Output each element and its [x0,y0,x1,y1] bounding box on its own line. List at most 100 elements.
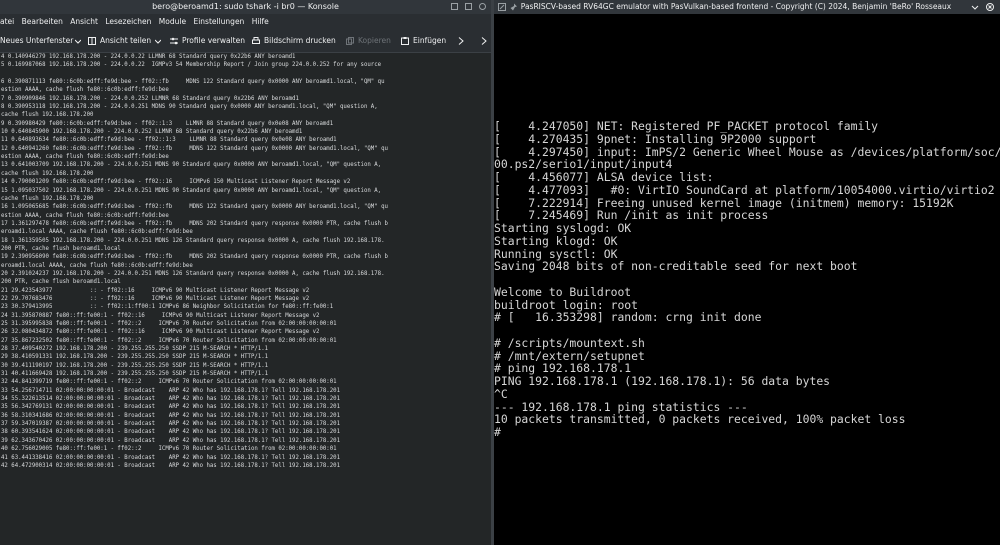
sliders-icon [170,37,178,45]
terminal-line: 10 0.640845900 192.168.178.200 - 224.0.0… [1,129,303,136]
terminal-line: 7 0.390909846 192.168.178.200 - 224.0.0.… [1,95,299,102]
terminal-line: 22 29.707683476 :: - ff02::16 ICMPv6 90 … [1,295,310,302]
console-line: # [ 16.353298] random: crng init done [494,310,762,325]
console-line: [ 4.456077] ALSA device list: [494,170,714,184]
terminal-line: 18 1.361359505 192.168.178.200 - 224.0.0… [1,237,385,244]
menu-module[interactable]: Module [159,14,186,30]
close-icon[interactable] [986,3,994,11]
console-line: # [494,425,501,439]
menu-ansicht[interactable]: Ansicht [70,14,98,30]
maximize-icon[interactable] [465,3,472,10]
paste-label: Einfügen [413,36,447,45]
terminal-line: 29 38.410591331 192.168.178.200 - 239.25… [1,354,269,361]
terminal-line: 23 30.379413995 :: - ff02::1:ff00:1 ICMP… [1,304,334,311]
console-line: ^C [494,386,508,401]
split-view-label: Ansicht teilen [100,36,152,45]
terminal-line: estion AAAA, cache flush fe80::6c0b:edff… [1,212,169,219]
terminal-line: 9 0.390980429 fe80::6c0b:edff:fe9d:bee -… [1,120,334,127]
terminal-line: 39 62.343670426 02:00:00:00:00:01 - Broa… [1,437,340,444]
terminal-line: estion AAAA, cache flush fe80::6c0b:edff… [1,87,169,94]
terminal-line: 15 1.095037502 192.168.178.200 - 224.0.0… [1,187,382,194]
chevron-right-icon [458,37,464,45]
console-line: Saving 2048 bits of non-creditable seed … [494,259,858,274]
menu-lesezeichen[interactable]: Lesezeichen [105,14,151,30]
terminal-line: 200 PTR, cache flush beroamd1.local [1,245,121,252]
terminal-line: eroamd1.local AAAA, cache flush fe80::6c… [1,229,193,236]
copy-button[interactable]: Kopieren [346,30,391,52]
terminal-line: 25 31.395995838 fe80::ff:fe00:1 - ff02::… [1,321,337,327]
manage-profiles-button[interactable]: Profile verwalten [170,30,245,52]
terminal-line: 35 56.342769131 02:00:00:00:00:01 - Broa… [1,404,340,411]
console-line: [ 4.270435] 9pnet: Installing 9P2000 sup… [494,131,817,146]
terminal-line: 20 2.391024237 192.168.178.200 - 224.0.0… [1,270,385,277]
terminal-line: 11 0.640893634 fe80::6c0b:edff:fe9d:bee … [1,137,337,144]
console-line: PING 192.168.178.1 (192.168.178.1): 56 d… [494,374,831,388]
manage-profiles-label: Profile verwalten [182,36,245,45]
terminal-line: 16 1.095065685 fe80::6c0b:edff:fe9d:bee … [1,204,388,211]
console-line: Welcome to Buildroot [494,284,632,299]
next-tab-button[interactable] [481,30,487,52]
terminal-line: 34 55.322613514 02:00:00:00:00:01 - Broa… [1,396,340,403]
app-icon [498,3,506,11]
copy-icon [346,37,354,45]
terminal-line: 38 60.393541624 02:00:00:00:00:01 - Broa… [1,429,340,436]
terminal-line: 13 0.641003709 192.168.178.200 - 224.0.0… [1,162,382,169]
terminal-line: 200 PTR, cache flush beroamd1.local [1,279,121,286]
chevron-right-icon [481,37,487,45]
konsole-terminal-output[interactable]: 4 0.140946279 192.168.178.200 - 224.0.0.… [0,53,491,545]
menu-datei[interactable]: atei [0,14,14,30]
close-icon[interactable] [479,3,486,10]
emulator-titlebar[interactable]: PasRISCV-based RV64GC emulator with PasV… [494,0,1000,14]
terminal-line: estion AAAA, cache flush fe80::6c0b:edff… [1,154,169,161]
terminal-line: 21 29.423543977 :: - ff02::16 ICMPv6 90 … [1,287,310,294]
terminal-line: 33 54.256714711 02:00:00:00:00:01 - Broa… [1,387,340,394]
terminal-line: 41 63.441338416 02:00:00:00:00:01 - Broa… [1,454,340,461]
print-screen-label: Bildschirm drucken [264,36,336,45]
terminal-line: 17 1.361297478 fe80::6c0b:edff:fe9d:bee … [1,220,388,227]
terminal-line: cache flush 192.168.178.200 [1,195,94,202]
minimize-icon[interactable] [971,3,979,11]
terminal-line: 32 44.841399719 fe80::ff:fe00:1 - ff02::… [1,379,337,386]
konsole-titlebar[interactable]: bero@beroamd1: sudo tshark -i br0 — Kons… [0,0,491,14]
terminal-line: 42 64.472900314 02:00:00:00:00:01 - Broa… [1,462,340,469]
terminal-line: 24 31.395870887 fe80::ff:fe00:1 - ff02::… [1,312,320,319]
terminal-line: 36 58.310341686 02:00:00:00:00:01 - Broa… [1,412,340,419]
split-view-button[interactable]: Ansicht teilen [88,30,162,52]
terminal-line: cache flush 192.168.178.200 [1,112,94,119]
toolbar: Neues Unterfenster Ansicht teilen Profil… [0,30,491,53]
terminal-line: cache flush 192.168.178.200 [1,170,94,177]
emulator-console-output[interactable]: [ 4.247050] NET: Registered PF_PACKET pr… [494,120,1000,439]
overflow-button[interactable] [458,30,464,52]
console-line: [ 4.247050] NET: Registered PF_PACKET pr… [494,119,879,133]
window-title: bero@beroamd1: sudo tshark -i br0 — Kons… [152,2,339,11]
printer-icon [252,37,260,44]
menu-hilfe[interactable]: Hilfe [252,14,269,30]
terminal-line: 27 35.867232502 fe80::ff:fe00:1 - ff02::… [1,337,337,344]
menu-einstellungen[interactable]: Einstellungen [193,14,244,30]
terminal-line: 28 37.409540272 192.168.178.200 - 239.25… [1,346,269,353]
emulator-window: PasRISCV-based RV64GC emulator with PasV… [494,0,1000,545]
console-line: 10 packets transmitted, 0 packets receiv… [494,412,906,427]
print-screen-button[interactable]: Bildschirm drucken [252,30,336,52]
console-line: Starting klogd: OK [494,233,618,248]
terminal-line: 19 2.390956090 fe80::6c0b:edff:fe9d:bee … [1,254,388,261]
terminal-line: 31 40.411669428 192.168.178.200 - 239.25… [1,371,269,378]
menu-bearbeiten[interactable]: Bearbeiten [22,14,63,30]
minimize-icon[interactable] [451,3,458,10]
paste-button[interactable]: Einfügen [401,30,446,52]
new-tab-button[interactable]: Neues Unterfenster [0,30,82,52]
window-title: PasRISCV-based RV64GC emulator with PasV… [520,2,952,11]
terminal-line: 14 0.790001209 fe80::6c0b:edff:fe9d:bee … [1,179,351,186]
copy-label: Kopieren [358,36,391,45]
console-line: [ 4.477093] #0: VirtIO SoundCard at plat… [494,182,995,197]
terminal-line: 12 0.640941260 fe80::6c0b:edff:fe9d:bee … [1,145,388,152]
terminal-line: eroamd1.local AAAA, cache flush fe80::6c… [1,262,193,269]
terminal-line: 4 0.140946279 192.168.178.200 - 224.0.0.… [1,54,296,60]
terminal-line: 6 0.390871113 fe80::6c0b:edff:fe9d:bee -… [1,79,385,86]
terminal-line: 37 59.347019387 02:00:00:00:00:01 - Broa… [1,421,340,428]
chevron-down-icon [75,39,82,44]
chevron-down-icon [155,39,162,44]
